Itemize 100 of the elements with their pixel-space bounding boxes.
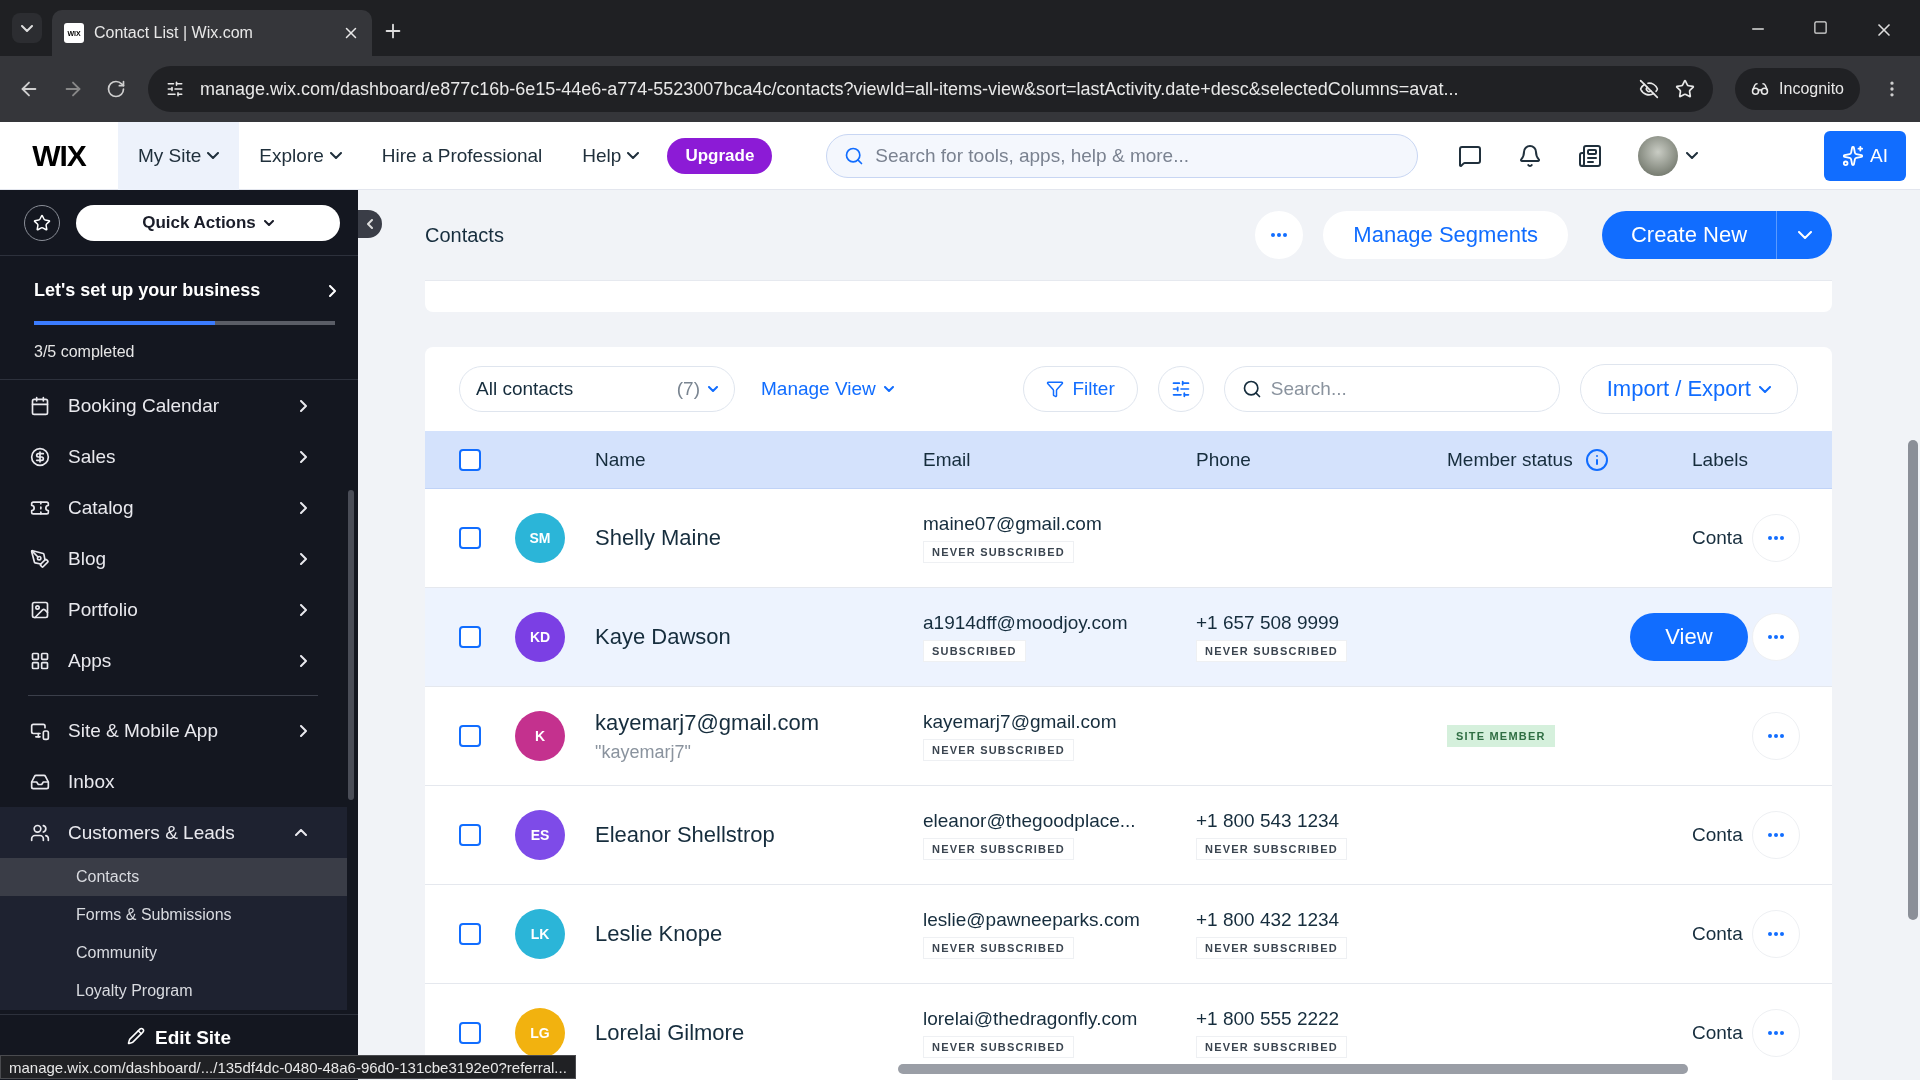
nav-item[interactable]: Explore — [239, 121, 362, 190]
bell-icon[interactable] — [1518, 143, 1543, 168]
caret-icon[interactable] — [1686, 152, 1699, 159]
sliders-icon — [1170, 379, 1191, 399]
subscription-status: NEVER SUBSCRIBED — [923, 541, 1074, 563]
create-new-button[interactable]: Create New — [1602, 211, 1776, 259]
sidebar-subitem[interactable]: Loyalty Program — [0, 972, 347, 1010]
subscription-status: NEVER SUBSCRIBED — [923, 937, 1074, 959]
filter-button[interactable]: Filter — [1023, 366, 1138, 412]
sidebar-item[interactable]: Blog — [0, 533, 347, 584]
contact-name[interactable]: Eleanor Shellstrop — [595, 822, 775, 848]
sidebar-item[interactable]: Site & Mobile App — [0, 705, 347, 756]
email-text: eleanor@thegoodplace... — [923, 810, 1136, 832]
tab-title: Contact List | Wix.com — [94, 24, 254, 42]
dots-icon — [1768, 932, 1784, 936]
column-header[interactable]: Name — [595, 448, 646, 471]
dots-icon — [1768, 536, 1784, 540]
label-text: Conta — [1692, 1022, 1744, 1044]
row-checkbox[interactable] — [459, 626, 481, 648]
scrollbar[interactable] — [1908, 440, 1918, 920]
info-icon[interactable] — [1584, 447, 1609, 472]
sidebar-item[interactable]: Catalog — [0, 482, 347, 533]
phone-text: +1 800 555 2222 — [1196, 1008, 1340, 1030]
address-bar[interactable]: manage.wix.com/dashboard/e877c16b-6e15-44e6-a774-5523007bca4c/contacts?viewId=all-items-view&sort=lastActivity.date+desc&selectedColumns=avat... — [148, 66, 1714, 112]
nav-item[interactable]: My Site — [118, 121, 240, 190]
contact-name[interactable]: Lorelai Gilmore — [595, 1020, 745, 1046]
search-field[interactable]: Search... — [1223, 366, 1560, 412]
chevron-right-icon — [300, 450, 307, 463]
sidebar-item[interactable]: Inbox — [0, 756, 347, 807]
collapse-button[interactable] — [358, 210, 382, 238]
manage-segments-button[interactable]: Manage Segments — [1323, 211, 1568, 259]
sidebar-item[interactable]: Customers & Leads — [0, 807, 347, 858]
manage-view-link[interactable]: Manage View — [755, 377, 900, 401]
contact-name[interactable]: Shelly Maine — [595, 525, 721, 551]
sidebar-item[interactable]: Booking Calendar — [0, 380, 347, 431]
sidebar-subitem[interactable]: Forms & Submissions — [0, 896, 347, 934]
people-icon — [30, 822, 50, 843]
news-icon[interactable] — [1578, 143, 1603, 168]
contact-name[interactable]: Leslie Knope — [595, 921, 723, 947]
search-field[interactable]: Search for tools, apps, help & more... — [826, 133, 1419, 178]
nav-item[interactable]: Help — [562, 121, 660, 190]
column-header[interactable]: Labels — [1692, 448, 1748, 471]
caret-icon — [708, 386, 718, 392]
sidebar-item[interactable]: Apps — [0, 635, 347, 686]
sidebar-item[interactable]: Sales — [0, 431, 347, 482]
chevron-right-icon — [300, 603, 307, 616]
column-header[interactable]: Member status — [1447, 448, 1573, 471]
pen-icon — [30, 548, 50, 569]
column-header[interactable]: Phone — [1196, 448, 1251, 471]
columns-settings-button[interactable] — [1157, 366, 1204, 412]
row-checkbox[interactable] — [459, 527, 481, 549]
row-checkbox[interactable] — [459, 923, 481, 945]
subscription-status: NEVER SUBSCRIBED — [923, 1036, 1074, 1058]
avatar[interactable] — [1638, 135, 1679, 176]
subscription-status: NEVER SUBSCRIBED — [923, 838, 1074, 860]
site-info-icon[interactable] — [166, 80, 184, 98]
create-options-button[interactable] — [1776, 211, 1832, 259]
setup-title[interactable]: Let's set up your business — [34, 280, 261, 301]
row-checkbox[interactable] — [459, 725, 481, 747]
nav-item[interactable]: Hire a Professional — [361, 121, 563, 190]
avatar: K — [515, 711, 565, 761]
logo[interactable]: WIX — [0, 138, 118, 173]
column-header[interactable]: Email — [923, 448, 971, 471]
sidebar-item[interactable]: Portfolio — [0, 584, 347, 635]
upgrade-button[interactable]: Upgrade — [667, 137, 773, 174]
contact-name[interactable]: kayemarj7@gmail.com — [595, 709, 820, 736]
star-icon — [33, 213, 51, 232]
scrollbar[interactable] — [348, 490, 354, 800]
incognito-badge[interactable]: Incognito — [1735, 68, 1860, 110]
sparkle-icon — [1842, 144, 1864, 167]
sidebar-subitem[interactable]: Contacts — [0, 858, 347, 896]
scrollbar[interactable] — [898, 1064, 1688, 1074]
chevron-up-icon — [295, 829, 307, 836]
caret-icon — [883, 386, 894, 392]
reload-icon[interactable] — [106, 79, 126, 99]
view-button[interactable]: View — [1630, 613, 1748, 661]
chevron-right-icon[interactable] — [329, 284, 336, 297]
member-status: SITE MEMBER — [1447, 725, 1555, 747]
quick-actions-button[interactable]: Quick Actions — [76, 204, 340, 241]
subscription-status: SUBSCRIBED — [923, 640, 1026, 662]
search-icon — [844, 145, 865, 166]
row-checkbox[interactable] — [459, 824, 481, 846]
grid-icon — [30, 650, 50, 671]
row-checkbox[interactable] — [459, 1022, 481, 1044]
chevron-right-icon — [300, 399, 307, 412]
contact-name[interactable]: Kaye Dawson — [595, 624, 731, 650]
email-text: kayemarj7@gmail.com — [923, 711, 1117, 733]
restore-icon[interactable] — [1813, 20, 1828, 35]
bookmark-star-icon[interactable] — [1675, 79, 1696, 99]
eye-off-icon[interactable] — [1639, 79, 1660, 99]
dots-icon — [1768, 833, 1784, 837]
import-export-button[interactable]: Import / Export — [1579, 364, 1798, 414]
subscription-status: NEVER SUBSCRIBED — [1196, 1036, 1347, 1058]
dots-icon — [1768, 734, 1784, 738]
ai-button[interactable]: AI — [1824, 130, 1906, 181]
chat-icon[interactable] — [1458, 143, 1483, 168]
tab-search-button[interactable] — [12, 13, 42, 43]
sidebar-subitem[interactable]: Community — [0, 934, 347, 972]
contact-row[interactable]: KD Kaye Dawson a1914dff@moodjoy.com SUBSCRIBED +1 657 508 9999 NEVER SUBSCRIBED View — [425, 588, 1832, 687]
select-all-checkbox[interactable] — [459, 448, 481, 471]
